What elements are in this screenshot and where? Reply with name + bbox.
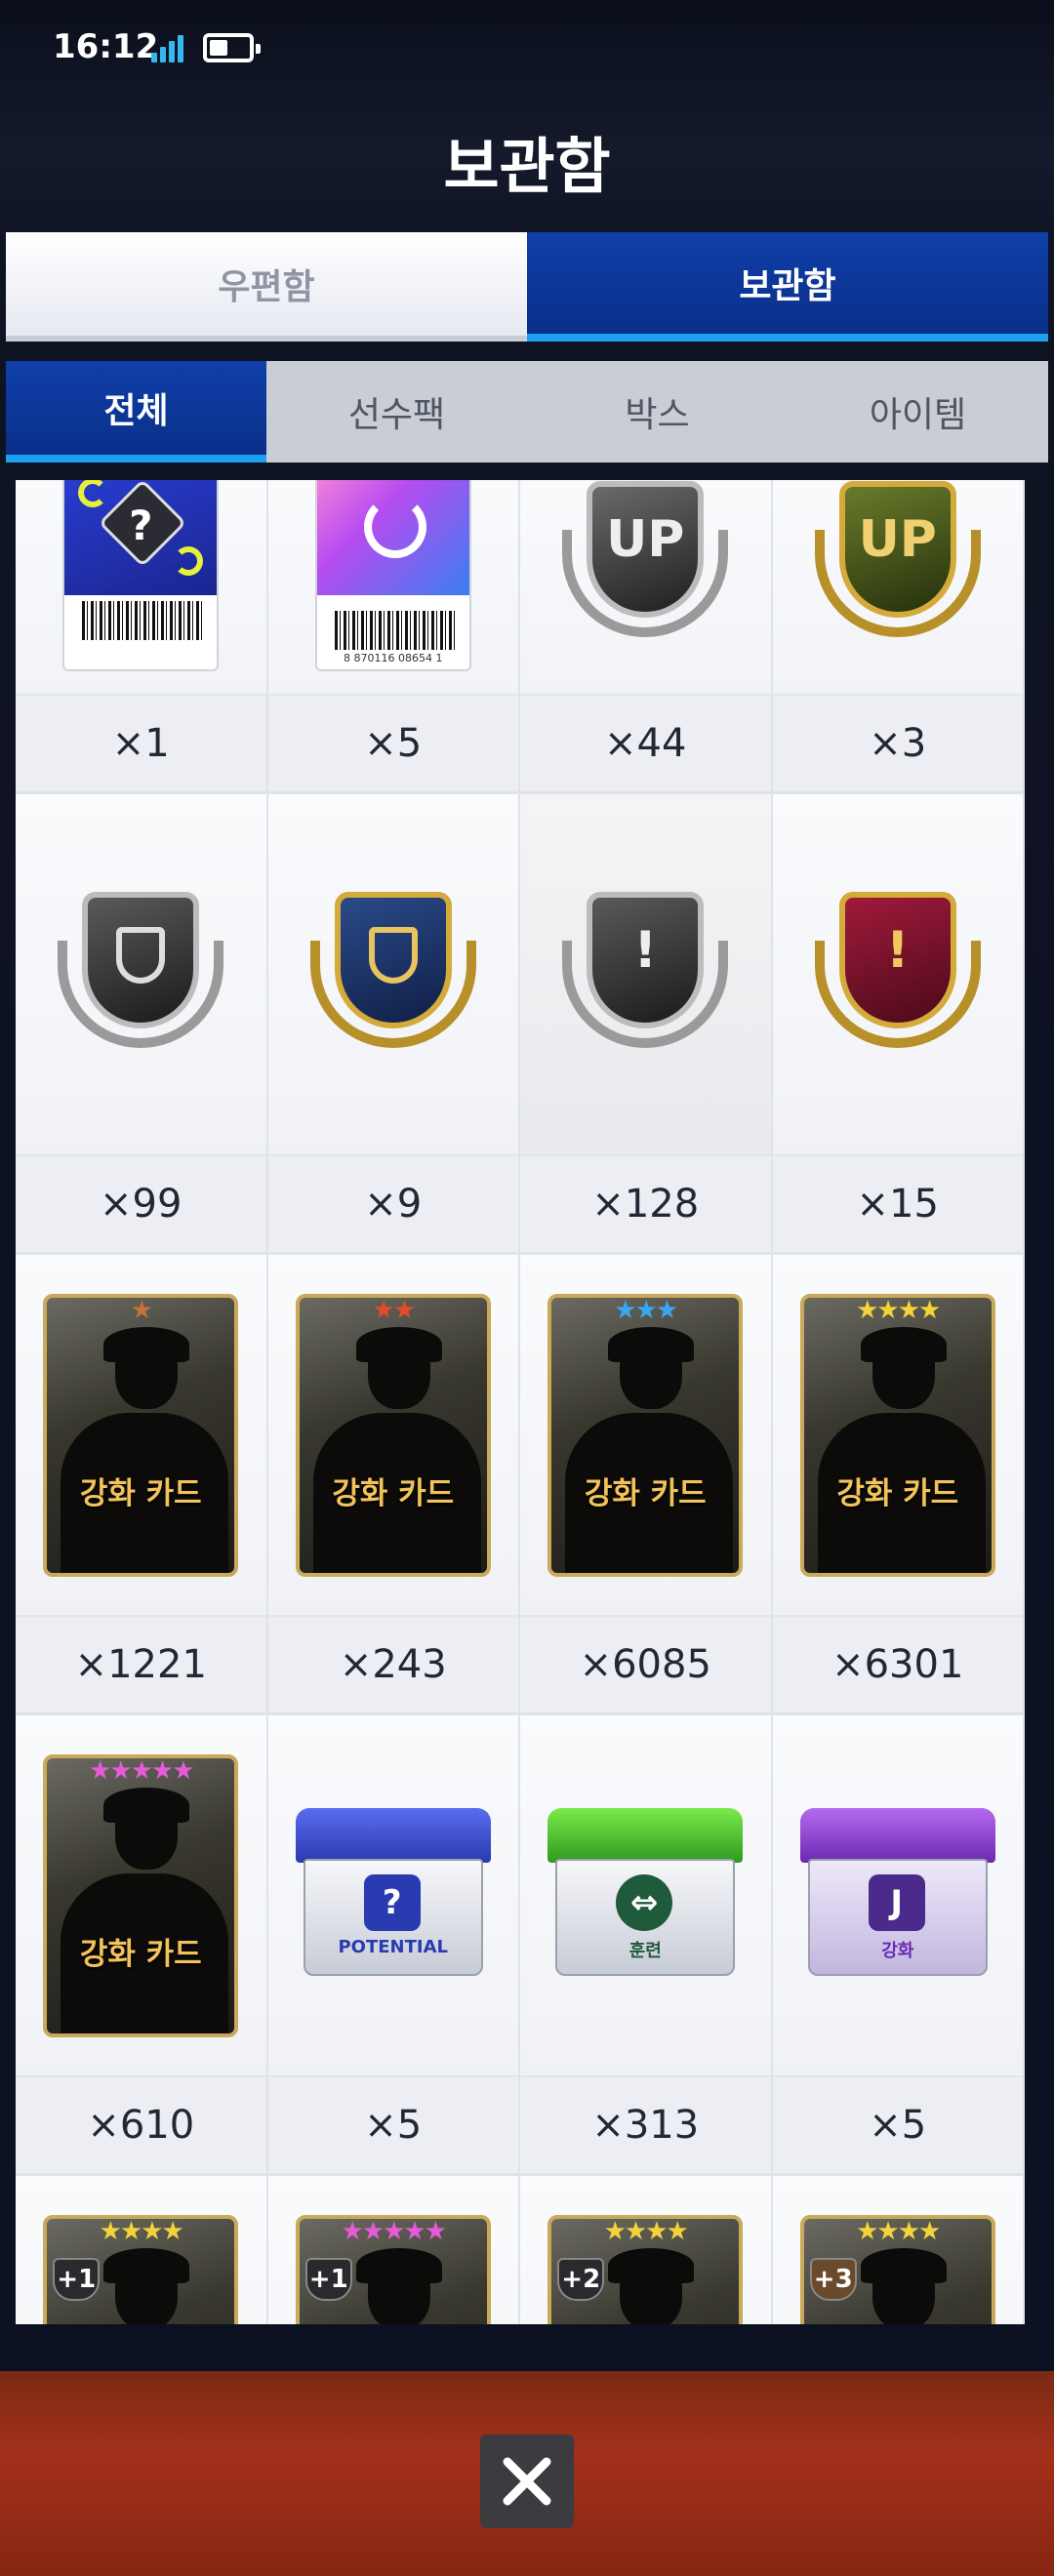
enhance-card-icon: ★★ 강화 카드 <box>295 1294 491 1577</box>
item-cell[interactable]: ★★ 강화 카드 ×243 <box>267 1255 520 1715</box>
item-count: ×44 <box>520 694 771 791</box>
status-time: 16:12 <box>53 27 159 66</box>
plus-card-icon: ★★★★ +1 <box>43 2215 239 2324</box>
item-cell[interactable]: ! ×15 <box>772 794 1025 1255</box>
item-count: ×3 <box>772 694 1023 791</box>
shield-badge-gold-icon <box>309 882 476 1067</box>
item-cell[interactable]: ★★★★ +3 <box>772 2176 1025 2324</box>
item-cell[interactable]: ×9 <box>267 794 520 1255</box>
plus-card-icon: ★★★★★ +1 <box>295 2215 491 2324</box>
item-cell[interactable]: ★★★★★ +1 <box>267 2176 520 2324</box>
tab-mailbox[interactable]: 우편함 <box>6 232 527 342</box>
star-rating: ★★ <box>372 1296 416 1325</box>
tab-storage[interactable]: 보관함 <box>527 232 1048 342</box>
enhance-card-icon: ★★★ 강화 카드 <box>547 1294 744 1577</box>
enhance-card-icon: ★★★★★ 강화 카드 <box>43 1754 239 2037</box>
item-cell[interactable]: ⇔ 훈련 ×313 <box>520 1715 773 2176</box>
close-button[interactable] <box>480 2435 574 2528</box>
training-box-icon: ⇔ 훈련 <box>547 1808 744 1984</box>
item-count: ×6301 <box>772 1615 1023 1712</box>
page-title: 보관함 <box>443 131 611 202</box>
up-badge-silver-icon: UP <box>562 480 729 657</box>
item-cell[interactable]: ? ×1 <box>16 480 268 794</box>
subtab-item[interactable]: 아이템 <box>788 361 1048 463</box>
item-count: ×610 <box>16 2075 266 2173</box>
item-cell[interactable]: ★★★★ +1 <box>16 2176 268 2324</box>
card-label: 강화 카드 <box>79 1476 202 1511</box>
alert-badge-silver-icon: ! <box>562 882 729 1067</box>
signal-icon <box>151 33 190 62</box>
close-icon <box>503 2457 551 2506</box>
item-count: ×99 <box>16 1154 266 1252</box>
item-cell[interactable]: UP ×44 <box>520 480 773 794</box>
item-count: ×128 <box>520 1154 771 1252</box>
star-rating: ★★★★★ <box>341 2217 447 2246</box>
item-cell[interactable]: ★ 강화 카드 ×1221 <box>16 1255 268 1715</box>
item-cell[interactable]: ★★★★★ 강화 카드 ×610 <box>16 1715 268 2176</box>
status-bar: 16:12 <box>0 0 1054 98</box>
main-tabs: 우편함 보관함 <box>6 232 1048 342</box>
battery-icon <box>203 33 261 62</box>
plus-badge: +2 <box>557 2258 605 2301</box>
item-count: ×9 <box>267 1154 518 1252</box>
item-grid[interactable]: ? ×1 8 870116 08654 1 ×5 UP ×44 UP ×3 ×9… <box>16 480 1025 2324</box>
subtab-all[interactable]: 전체 <box>6 361 266 463</box>
potential-box-icon: ? POTENTIAL <box>295 1808 491 1984</box>
card-label: 강화 카드 <box>836 1476 959 1511</box>
change-ticket-icon: 8 870116 08654 1 <box>314 480 471 671</box>
item-cell[interactable]: ×99 <box>16 794 268 1255</box>
star-rating: ★★★ <box>614 1296 678 1325</box>
subtab-player-pack[interactable]: 선수팩 <box>266 361 527 463</box>
item-cell[interactable]: J 강화 ×5 <box>772 1715 1025 2176</box>
box-label: 훈련 <box>628 1941 662 1961</box>
item-count: ×15 <box>772 1154 1023 1252</box>
alert-badge-gold-icon: ! <box>814 882 981 1067</box>
card-label: 강화 카드 <box>332 1476 455 1511</box>
item-count: ×1 <box>16 694 266 791</box>
star-rating: ★★★★ <box>856 1296 941 1325</box>
star-rating: ★★★★★ <box>88 1756 195 1786</box>
up-badge-gold-icon: UP <box>814 480 981 657</box>
plus-badge: +3 <box>809 2258 857 2301</box>
enhance-card-icon: ★ 강화 카드 <box>43 1294 239 1577</box>
item-cell[interactable]: ★★★ 강화 카드 ×6085 <box>520 1255 773 1715</box>
star-rating: ★★★★ <box>99 2217 184 2246</box>
plus-badge: +1 <box>53 2258 101 2301</box>
item-cell[interactable]: UP ×3 <box>772 480 1025 794</box>
plus-badge: +1 <box>304 2258 352 2301</box>
item-cell[interactable]: ★★★★ +2 <box>520 2176 773 2324</box>
box-label: POTENTIAL <box>338 1937 448 1957</box>
sub-tabs: 전체 선수팩 박스 아이템 <box>6 361 1048 463</box>
item-cell[interactable]: ? POTENTIAL ×5 <box>267 1715 520 2176</box>
item-cell[interactable]: ! ×128 <box>520 794 773 1255</box>
plus-card-icon: ★★★★ +2 <box>547 2215 744 2324</box>
star-rating: ★★★★ <box>603 2217 689 2246</box>
star-rating: ★★★★ <box>856 2217 941 2246</box>
star-rating: ★ <box>130 1296 153 1325</box>
item-count: ×313 <box>520 2075 771 2173</box>
item-cell[interactable]: 8 870116 08654 1 ×5 <box>267 480 520 794</box>
item-count: ×5 <box>772 2075 1023 2173</box>
card-label: 강화 카드 <box>79 1937 202 1972</box>
item-cell[interactable]: ★★★★ 강화 카드 ×6301 <box>772 1255 1025 1715</box>
box-label: 강화 <box>881 1941 914 1961</box>
live-pack-ticket-icon: ? <box>62 480 220 671</box>
barcode-number: 8 870116 08654 1 <box>344 652 443 664</box>
enhance-card-icon: ★★★★ 강화 카드 <box>799 1294 995 1577</box>
item-count: ×5 <box>267 694 518 791</box>
shield-badge-silver-icon <box>58 882 224 1067</box>
item-count: ×243 <box>267 1615 518 1712</box>
enhance-box-icon: J 강화 <box>799 1808 995 1984</box>
card-label: 강화 카드 <box>584 1476 707 1511</box>
item-count: ×6085 <box>520 1615 771 1712</box>
item-count: ×1221 <box>16 1615 266 1712</box>
subtab-box[interactable]: 박스 <box>527 361 788 463</box>
item-count: ×5 <box>267 2075 518 2173</box>
plus-card-icon: ★★★★ +3 <box>799 2215 995 2324</box>
